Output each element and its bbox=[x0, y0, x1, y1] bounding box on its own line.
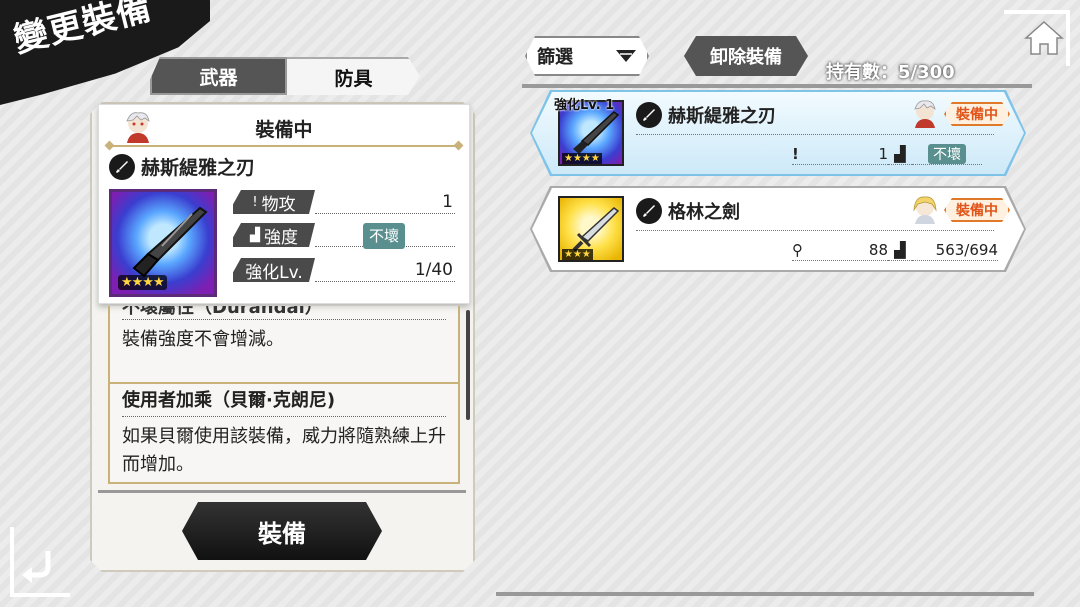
owned-count: 持有數：5/300 bbox=[826, 62, 955, 83]
attack-icon: ! bbox=[792, 144, 799, 163]
rarity-stars: ★★★★ bbox=[118, 275, 167, 290]
home-button[interactable] bbox=[1018, 12, 1070, 64]
stat-row-attack: ! 物攻 1 bbox=[233, 189, 455, 215]
unbreakable-badge: 不壞 bbox=[928, 144, 966, 164]
character-avatar bbox=[910, 98, 940, 128]
chevron-down-icon bbox=[615, 48, 637, 64]
description-heading-partial: 不壞屬性（Durandal） bbox=[122, 306, 446, 320]
rarity-stars: ★★★ bbox=[564, 249, 591, 260]
stat-value-durability: 不壞 bbox=[315, 223, 455, 249]
stat-value-attack: 1 bbox=[315, 190, 455, 214]
stat-value-enhance: 1/40 bbox=[315, 258, 455, 282]
tab-bar: 武器 防具 bbox=[150, 57, 420, 97]
durability-stat: 不壞 bbox=[912, 143, 982, 165]
knife-icon bbox=[132, 206, 208, 278]
list-top-divider bbox=[522, 84, 1032, 88]
list-item[interactable]: ★★★★ 強化Lv. 1 赫斯緹雅之刃 裝備中 ! 1 ▟ 不壞 bbox=[532, 92, 1024, 174]
anvil-icon: ▟ bbox=[250, 227, 260, 243]
back-icon[interactable] bbox=[18, 543, 62, 587]
gold-divider bbox=[109, 145, 459, 147]
row-divider bbox=[636, 134, 994, 135]
list-item-stats: ! 1 ▟ 不壞 bbox=[792, 142, 1002, 166]
list-item-name: 赫斯緹雅之刃 bbox=[636, 102, 776, 128]
description-text-1: 裝備強度不會增減。 bbox=[122, 329, 284, 350]
row-divider bbox=[636, 230, 994, 231]
stat-row-durability: ▟ 強度 不壞 bbox=[233, 222, 455, 249]
item-name-text: 赫斯緹雅之刃 bbox=[141, 157, 256, 179]
anvil-icon: ▟ bbox=[888, 239, 912, 261]
equip-button[interactable]: 裝備 bbox=[182, 502, 382, 560]
stat-label-attack: ! 物攻 bbox=[233, 190, 315, 214]
sword-type-icon bbox=[109, 153, 135, 180]
list-item-name: 格林之劍 bbox=[636, 198, 740, 224]
description-area[interactable]: 不壞屬性（Durandal） 裝備強度不會增減。 使用者加乘（貝爾·克朗尼) 如… bbox=[98, 306, 460, 486]
description-scrollbar[interactable] bbox=[466, 310, 470, 420]
attack-stat: ! 1 bbox=[792, 143, 888, 165]
tab-armor[interactable]: 防具 bbox=[287, 57, 420, 95]
attack-icon: ! bbox=[252, 194, 258, 210]
list-item-icon: ★★★ bbox=[558, 196, 624, 262]
enhance-level-label: 強化Lv. 1 bbox=[554, 98, 615, 113]
equipped-tag: 裝備中 bbox=[944, 102, 1010, 126]
rarity-stars: ★★★★ bbox=[564, 153, 600, 164]
anvil-icon: ▟ bbox=[888, 143, 912, 165]
stat-row-enhance: 強化Lv. 1/40 bbox=[233, 257, 455, 283]
character-avatar bbox=[910, 194, 940, 224]
item-icon: ★★★★ bbox=[109, 189, 217, 297]
tab-weapon[interactable]: 武器 bbox=[150, 57, 287, 95]
list-item-stats: ⚲ 88 ▟ 563/694 bbox=[792, 238, 1002, 262]
durability-stat: 563/694 bbox=[912, 239, 998, 261]
equipped-heading: 裝備中 bbox=[255, 119, 313, 141]
sword-type-icon bbox=[636, 102, 662, 128]
sword-type-icon bbox=[636, 198, 662, 224]
home-icon bbox=[1024, 20, 1064, 55]
magic-stat: ⚲ 88 bbox=[792, 239, 888, 261]
description-block-1: 不壞屬性（Durandal） 裝備強度不會增減。 bbox=[108, 306, 460, 384]
equipped-item-card: 裝備中 赫斯緹雅之刃 ★★★★ ! 物攻 1 ▟ 強度 不壞 強化Lv. 1/4… bbox=[98, 104, 470, 304]
description-heading-2: 使用者加乘（貝爾·克朗尼) bbox=[122, 386, 446, 417]
equipped-tag: 裝備中 bbox=[944, 198, 1010, 222]
unbreakable-badge: 不壞 bbox=[362, 223, 405, 249]
filter-button[interactable]: 篩選 bbox=[525, 36, 649, 76]
key-icon: ⚲ bbox=[792, 240, 803, 259]
panel-divider bbox=[98, 490, 466, 493]
page-title: 變更裝備 bbox=[9, 0, 156, 61]
unequip-button[interactable]: 卸除裝備 bbox=[684, 36, 808, 76]
list-bottom-divider bbox=[496, 592, 1034, 596]
equipped-item-name: 赫斯緹雅之刃 bbox=[109, 153, 255, 180]
sword-icon bbox=[566, 204, 620, 254]
filter-label: 篩選 bbox=[537, 47, 573, 68]
description-block-2: 使用者加乘（貝爾·克朗尼) 如果貝爾使用該裝備，威力將隨熟練上升而增加。 bbox=[108, 384, 460, 484]
stat-label-enhance: 強化Lv. bbox=[233, 258, 315, 282]
list-item[interactable]: ★★★ 格林之劍 裝備中 ⚲ 88 ▟ 563/694 bbox=[532, 188, 1024, 270]
description-text-2: 如果貝爾使用該裝備，威力將隨熟練上升而增加。 bbox=[122, 426, 446, 475]
knife-icon bbox=[566, 108, 620, 158]
stat-label-durability: ▟ 強度 bbox=[233, 223, 315, 247]
